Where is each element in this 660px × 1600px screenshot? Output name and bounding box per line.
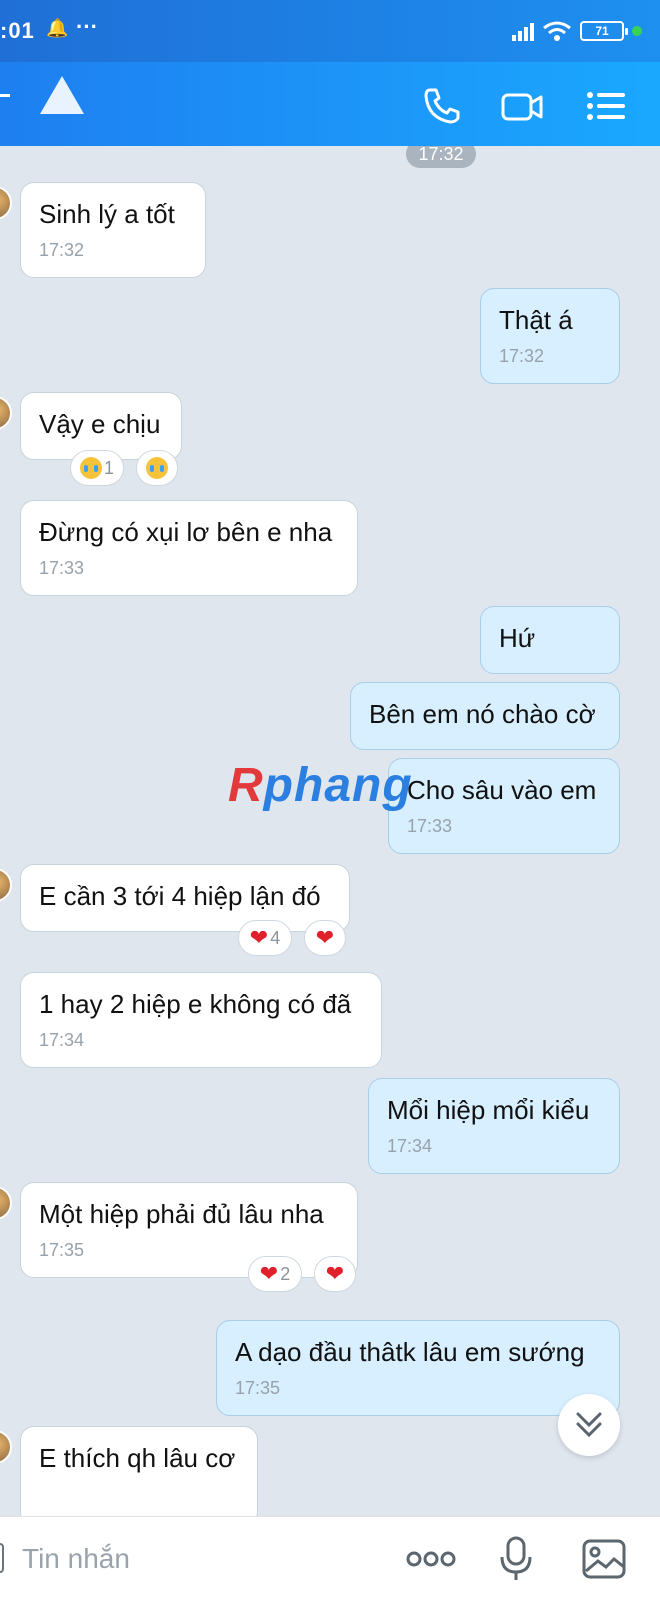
message-bubble[interactable]: Sinh lý a tốt 17:32: [20, 182, 206, 278]
message-text: Thật á: [499, 305, 573, 335]
reaction-summary[interactable]: 1: [70, 450, 124, 486]
double-chevron-down-icon: [576, 1412, 602, 1438]
more-options-icon[interactable]: [404, 1535, 458, 1583]
message-text: Mổi hiệp mổi kiểu: [387, 1095, 590, 1125]
signal-icon: [512, 21, 534, 41]
avatar[interactable]: [0, 186, 12, 220]
image-gallery-icon[interactable]: [580, 1535, 628, 1583]
message-bubble[interactable]: Bên em nó chào cờ: [350, 682, 620, 750]
message-text: E thích qh lâu cơ: [39, 1443, 236, 1473]
status-time: :01: [0, 18, 35, 43]
message-text: A dạo đầu thâtk lâu em sướng: [235, 1337, 585, 1367]
message-time: 17:33: [407, 816, 453, 836]
message-time: 17:35: [39, 1240, 85, 1260]
message-bubble[interactable]: 1 hay 2 hiệp e không có đã 17:34: [20, 972, 382, 1068]
message-bubble[interactable]: Đừng có xụi lơ bên e nha 17:33: [20, 500, 358, 596]
back-icon[interactable]: [0, 94, 10, 97]
message-bubble[interactable]: Cho sâu vào em 17:33: [388, 758, 620, 854]
status-dot: [632, 26, 642, 36]
reaction-count: 2: [280, 1263, 291, 1284]
message-text: 1 hay 2 hiệp e không có đã: [39, 989, 352, 1019]
chat-header: [0, 62, 660, 146]
message-time: 17:34: [387, 1136, 433, 1156]
bell-icon: 🔔: [46, 18, 69, 38]
watermark-logo: Rphang: [228, 759, 413, 812]
scroll-to-bottom-button[interactable]: [558, 1394, 620, 1456]
message-text: Vậy e chịu: [39, 409, 161, 439]
message-text: E cần 3 tới 4 hiệp lận đó: [39, 881, 321, 911]
message-text: Một hiệp phải đủ lâu nha: [39, 1199, 324, 1229]
message-bubble[interactable]: E cần 3 tới 4 hiệp lận đó: [20, 864, 350, 932]
heart-icon: ❤: [325, 1261, 345, 1286]
message-time: 17:32: [499, 346, 545, 366]
message-bubble[interactable]: Hứ: [480, 606, 620, 674]
crying-face-icon: [79, 457, 102, 479]
add-reaction-button[interactable]: ❤: [304, 920, 346, 956]
contact-avatar[interactable]: [40, 76, 84, 114]
message-text: Đừng có xụi lơ bên e nha: [39, 517, 333, 547]
microphone-icon[interactable]: [496, 1535, 536, 1583]
add-reaction-button[interactable]: ❤: [314, 1256, 356, 1292]
sticker-icon[interactable]: [0, 1543, 4, 1573]
reaction-count: 1: [103, 457, 114, 478]
time-chip: 17:32: [406, 146, 476, 168]
phone-icon[interactable]: [420, 84, 464, 128]
add-reaction-button[interactable]: [136, 450, 178, 486]
message-text: Bên em nó chào cờ: [369, 699, 596, 729]
heart-icon: ❤: [259, 1261, 279, 1286]
message-list[interactable]: 17:32 Sinh lý a tốt 17:32 Thật á 17:32 V…: [0, 146, 660, 1516]
message-bubble[interactable]: E thích qh lâu cơ: [20, 1426, 258, 1516]
message-bubble[interactable]: Mổi hiệp mổi kiểu 17:34: [368, 1078, 620, 1174]
message-time: 17:32: [39, 240, 85, 260]
avatar[interactable]: [0, 1430, 12, 1464]
message-time: 17:33: [39, 558, 85, 578]
battery-indicator: 71: [580, 21, 628, 41]
message-bubble[interactable]: Một hiệp phải đủ lâu nha 17:35: [20, 1182, 358, 1278]
reaction-count: 4: [270, 927, 281, 948]
composer-bar: Tin nhắn: [0, 1516, 660, 1600]
message-time: 17:34: [39, 1030, 85, 1050]
menu-list-icon[interactable]: [584, 84, 628, 128]
message-text: Hứ: [499, 623, 536, 653]
avatar[interactable]: [0, 868, 12, 902]
reaction-summary[interactable]: ❤ 2: [248, 1256, 302, 1292]
avatar[interactable]: [0, 396, 12, 430]
message-input[interactable]: Tin nhắn: [22, 1543, 130, 1575]
message-text: Cho sâu vào em: [407, 775, 597, 805]
video-call-icon[interactable]: [500, 84, 544, 128]
heart-icon: ❤: [249, 925, 269, 950]
more-dots-icon: ···: [76, 14, 98, 39]
heart-icon: ❤: [315, 925, 335, 950]
crying-face-icon: [146, 457, 168, 479]
message-bubble[interactable]: Thật á 17:32: [480, 288, 620, 384]
message-time: 17:35: [235, 1378, 281, 1398]
reaction-summary[interactable]: ❤ 4: [238, 920, 292, 956]
wifi-icon: [543, 21, 571, 41]
avatar[interactable]: [0, 1186, 12, 1220]
status-bar: :01 🔔 ··· 71: [0, 0, 660, 62]
message-text: Sinh lý a tốt: [39, 199, 175, 229]
